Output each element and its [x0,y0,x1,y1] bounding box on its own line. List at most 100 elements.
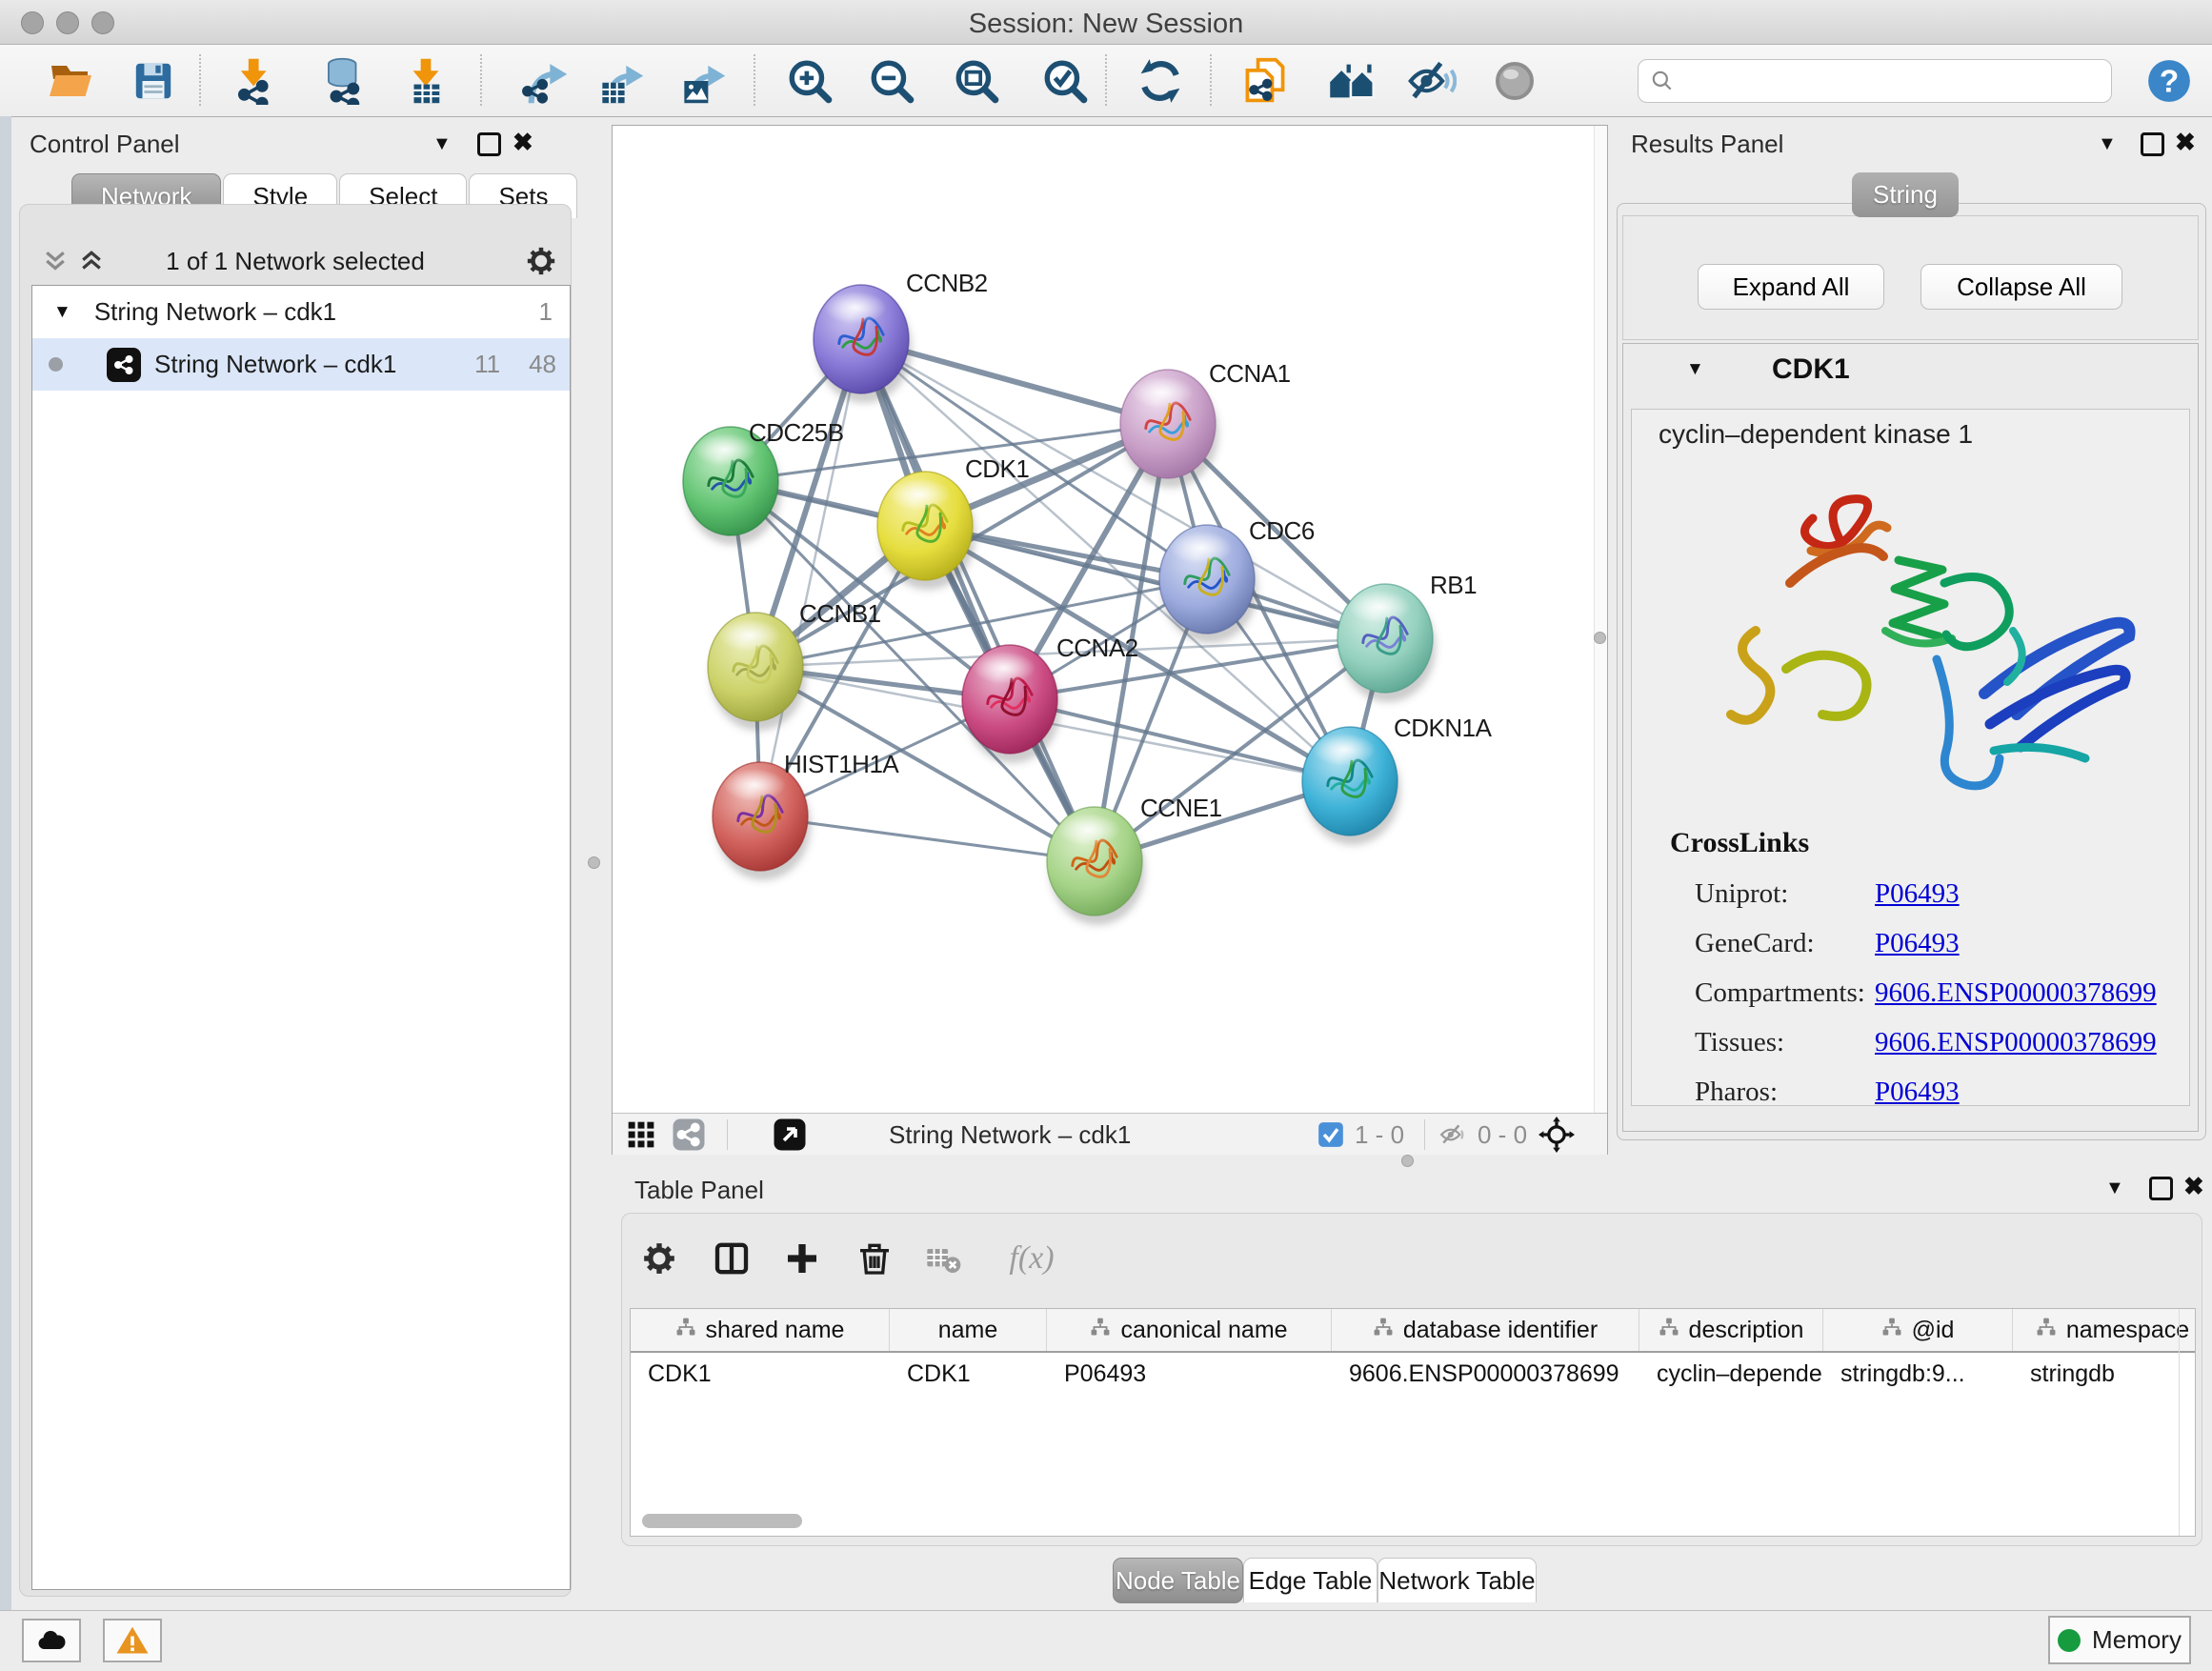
help-button[interactable]: ? [2142,54,2196,108]
warnings-button[interactable] [103,1619,162,1662]
cloud-status-button[interactable] [22,1619,81,1662]
results-panel-close-icon[interactable]: ✖ [2175,130,2196,154]
network-node-cdk1[interactable] [877,472,975,590]
control-panel-menu-icon[interactable]: ▼ [432,133,452,155]
clone-network-button[interactable] [1238,54,1292,108]
network-node-ccnb2[interactable] [814,285,912,403]
expand-all-button[interactable]: Expand All [1698,264,1884,310]
memory-button[interactable]: Memory [2048,1616,2191,1664]
table-cell[interactable]: CDK1 [631,1353,890,1395]
network-node-ccne1[interactable] [1047,807,1145,925]
gear-icon[interactable] [525,245,557,277]
horizontal-scrollbar[interactable] [642,1514,802,1528]
column-header-description[interactable]: description [1639,1309,1823,1351]
tab-node-table[interactable]: Node Table [1113,1558,1243,1603]
column-header--id[interactable]: @id [1823,1309,2013,1351]
crosshair-icon[interactable] [1538,1117,1575,1153]
column-header-namespace[interactable]: namespace [2013,1309,2196,1351]
table-settings-button[interactable] [635,1235,683,1282]
zoom-fit-button[interactable] [950,54,1003,108]
crosslink-link[interactable]: P06493 [1875,1077,1960,1108]
table-panel-float-icon[interactable] [2149,1177,2173,1205]
search-field[interactable] [1638,59,2112,103]
network-node-cdkn1a[interactable] [1302,727,1400,845]
table-cell[interactable]: stringdb [2013,1353,2196,1395]
import-network-button[interactable] [229,54,282,108]
results-panel-float-icon[interactable] [2141,132,2164,161]
control-panel: Control Panel ▼ ✖ NetworkStyleSelectSets… [13,122,577,1597]
network-view[interactable]: CCNB2CCNA1CDC25BCDK1CDC6RB1CCNB1CCNA2CDK… [612,125,1608,1155]
network-view-mode-icon[interactable] [672,1117,706,1152]
column-header-canonical-name[interactable]: canonical name [1047,1309,1332,1351]
results-panel-menu-icon[interactable]: ▼ [2098,133,2117,155]
crosslink-link[interactable]: 9606.ENSP00000378699 [1875,977,2157,1009]
apply-layout-button[interactable] [1134,54,1187,108]
crosslink-link[interactable]: P06493 [1875,878,1960,910]
birdseye-view-icon[interactable] [773,1117,807,1152]
network-row-selected[interactable]: String Network – cdk1 11 48 [32,338,570,391]
export-table-button[interactable] [594,54,648,108]
selected-checkbox-icon[interactable] [1317,1121,1344,1148]
tab-network-table[interactable]: Network Table [1377,1558,1537,1602]
entry-expand-icon[interactable]: ▼ [1686,359,1704,380]
grid-view-icon[interactable] [626,1119,656,1150]
network-node-hist1h1a[interactable] [713,762,811,880]
network-node-ccna1[interactable] [1120,370,1218,488]
import-network-icon [231,57,279,105]
zoom-out-button[interactable] [865,54,918,108]
open-session-button[interactable] [44,54,97,108]
zoom-in-button[interactable] [783,54,836,108]
table-cell[interactable]: stringdb:9... [1823,1353,2013,1395]
table-cell[interactable]: CDK1 [890,1353,1047,1395]
column-header-name[interactable]: name [890,1309,1047,1351]
table-cell[interactable]: 9606.ENSP00000378699 [1332,1353,1639,1395]
crosslink-link[interactable]: P06493 [1875,928,1960,959]
node-table[interactable]: shared namenamecanonical namedatabase id… [630,1308,2196,1537]
entry-header-cdk1[interactable]: ▼ CDK1 [1623,353,2198,392]
crosslink-link[interactable]: 9606.ENSP00000378699 [1875,1027,2157,1058]
node-label: CCNA2 [1056,634,1138,662]
column-header-database-identifier[interactable]: database identifier [1332,1309,1639,1351]
import-network-from-database-button[interactable] [317,54,371,108]
table-panel-menu-icon[interactable]: ▼ [2105,1178,2124,1199]
network-collection-row[interactable]: ▼ String Network – cdk1 1 [32,286,570,338]
save-session-button[interactable] [127,54,180,108]
table-row[interactable]: CDK1CDK1P064939606.ENSP00000378699cyclin… [631,1353,2195,1395]
network-node-cdc6[interactable] [1159,525,1257,643]
column-header-shared-name[interactable]: shared name [631,1309,890,1351]
export-network-button[interactable] [518,54,572,108]
column-source-icon [1373,1317,1394,1338]
control-panel-close-icon[interactable]: ✖ [513,130,533,154]
network-status-dot-icon [49,357,63,372]
create-column-button[interactable] [778,1235,826,1282]
control-panel-float-icon[interactable] [477,132,501,161]
search-input[interactable] [1675,63,2111,99]
collapse-all-button[interactable]: Collapse All [1920,264,2122,310]
show-columns-button[interactable] [708,1235,755,1282]
left-splitter-handle[interactable] [588,856,600,869]
network-edge[interactable] [760,339,861,816]
table-cell[interactable]: P06493 [1047,1353,1332,1395]
export-image-button[interactable] [676,54,730,108]
tab-edge-table[interactable]: Edge Table [1243,1558,1377,1602]
hide-selected-button[interactable] [1405,54,1458,108]
zoom-selected-button[interactable] [1038,54,1092,108]
network-node-ccnb1[interactable] [708,613,806,731]
column-label: namespace [2066,1317,2189,1344]
tree-expand-icon[interactable]: ▼ [53,302,71,323]
table-panel-close-icon[interactable]: ✖ [2183,1174,2204,1198]
first-neighbors-button[interactable] [1325,54,1378,108]
fx-icon: f(x) [1009,1240,1054,1277]
table-cell[interactable]: cyclin–dependent ... [1639,1353,1823,1395]
import-table-icon [402,57,450,105]
import-table-button[interactable] [399,54,452,108]
delete-column-button[interactable] [851,1235,898,1282]
svg-text:?: ? [2160,64,2179,99]
network-edge[interactable] [861,339,1095,861]
tab-string[interactable]: String [1852,172,1959,217]
right-splitter-handle[interactable] [1594,632,1606,644]
network-node-rb1[interactable] [1337,584,1436,702]
network-graph[interactable]: CCNB2CCNA1CDC25BCDK1CDC6RB1CCNB1CCNA2CDK… [613,126,1609,1113]
network-node-ccna2[interactable] [962,645,1060,763]
show-all-button[interactable] [1488,54,1541,108]
